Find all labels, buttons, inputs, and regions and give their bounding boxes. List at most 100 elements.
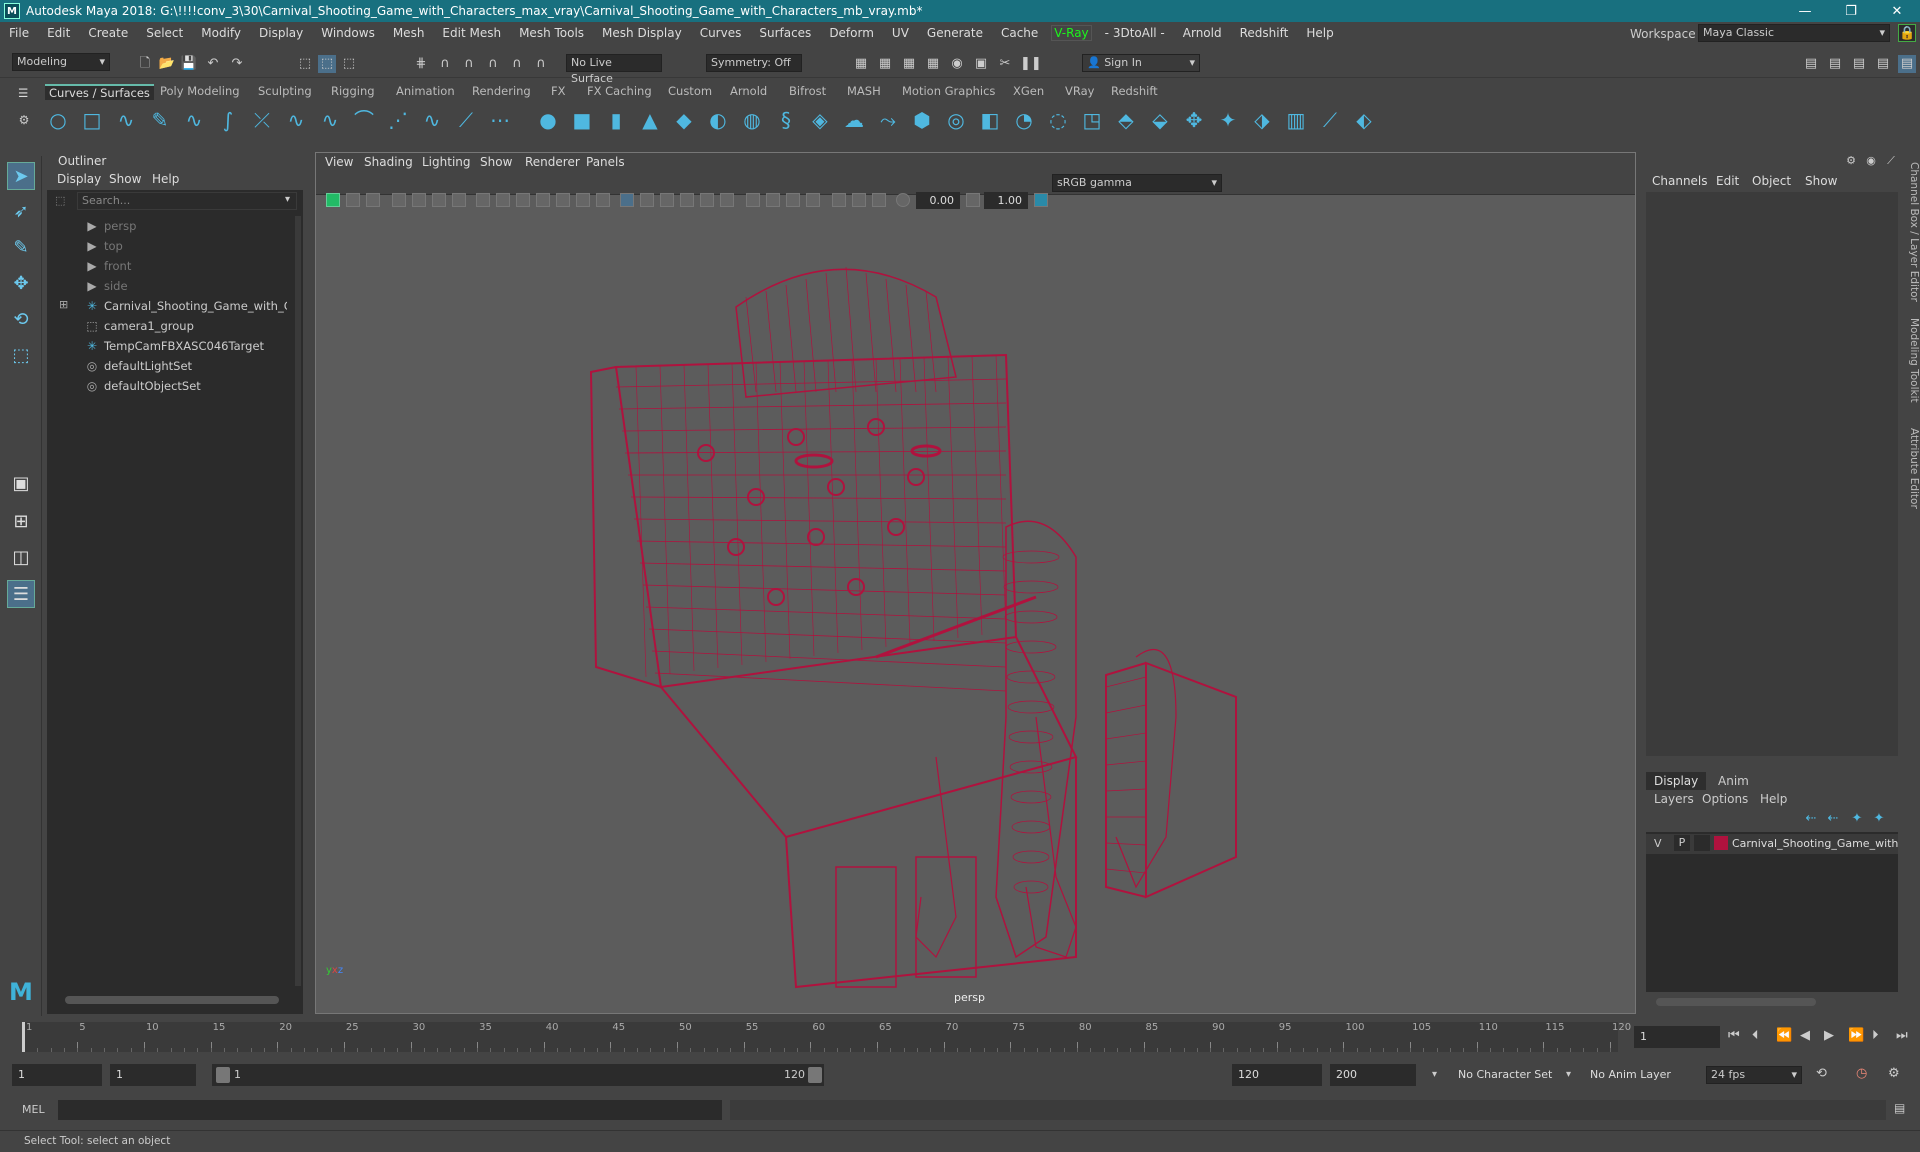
range-end-handle[interactable] [808, 1067, 822, 1083]
command-input[interactable] [58, 1100, 722, 1120]
outliner-search-input[interactable]: Search... [77, 192, 297, 210]
step-back-key-icon[interactable]: ⏪ [1776, 1028, 1792, 1043]
tool-icon[interactable]: ⟋ [1882, 152, 1900, 170]
snap-curve-icon[interactable]: ∩ [436, 55, 454, 73]
detach-surfaces-icon[interactable]: ✥ [1182, 108, 1206, 132]
render-view-icon[interactable]: ◉ [948, 55, 966, 73]
side-tab-attribute-editor[interactable]: Attribute Editor [1904, 428, 1920, 509]
character-set-chevron-icon[interactable]: ▾ [1432, 1069, 1437, 1080]
untrim-icon[interactable]: ⬘ [1114, 108, 1138, 132]
nurbs-cylinder-icon[interactable]: ▮ [604, 108, 628, 132]
layer-tab-display[interactable]: Display [1646, 772, 1707, 790]
loft-icon[interactable]: § [774, 108, 798, 132]
render-frame-icon[interactable]: ▦ [852, 55, 870, 73]
hypershade-icon[interactable]: ▦ [924, 55, 942, 73]
step-back-frame-icon[interactable]: ⏴ [1752, 1028, 1759, 1043]
shelf-tab-fx[interactable]: FX [551, 84, 566, 98]
viewport-menu-renderer[interactable]: Renderer [525, 155, 580, 169]
menu-redshift[interactable]: Redshift [1231, 26, 1298, 40]
view-transform-dropdown[interactable]: sRGB gamma ▾ [1052, 174, 1222, 192]
current-frame-field[interactable]: 1 [1634, 1026, 1720, 1048]
range-slider[interactable]: 1 120 [212, 1064, 824, 1086]
layer-row[interactable]: V P Carnival_Shooting_Game_with [1646, 834, 1898, 854]
select-object-icon[interactable]: ⬚ [318, 55, 336, 73]
shelf-tab-sculpting[interactable]: Sculpting [258, 84, 312, 98]
pause-icon[interactable]: ❚❚ [1020, 55, 1042, 73]
nurbs-cone-icon[interactable]: ▲ [638, 108, 662, 132]
channel-menu-object[interactable]: Object [1752, 174, 1791, 188]
command-language-label[interactable]: MEL [22, 1103, 45, 1116]
extend-curve-icon[interactable]: ∿ [420, 108, 444, 132]
outliner-item-camera1-group[interactable]: ⬚ camera1_group [47, 316, 287, 336]
move-layer-down-icon[interactable]: ⇠ [1824, 810, 1842, 828]
menu-edit-mesh[interactable]: Edit Mesh [433, 26, 510, 40]
script-editor-icon[interactable]: ▤ [1894, 1101, 1905, 1115]
channel-box-list[interactable] [1646, 192, 1898, 756]
shelf-tab-animation[interactable]: Animation [396, 84, 455, 98]
layer-visibility-toggle[interactable]: V [1654, 837, 1662, 850]
menu-generate[interactable]: Generate [918, 26, 992, 40]
bevel-plus-icon[interactable]: ◧ [978, 108, 1002, 132]
vray-render-icon[interactable]: ▣ [972, 55, 990, 73]
trim-tool-icon[interactable]: ◳ [1080, 108, 1104, 132]
birail-icon[interactable]: ⤳ [876, 108, 900, 132]
menu-curves[interactable]: Curves [691, 26, 751, 40]
workspace-dropdown[interactable]: Maya Classic ▾ [1698, 24, 1890, 42]
new-layer-icon[interactable]: ✦ [1848, 810, 1866, 828]
menu-mesh-display[interactable]: Mesh Display [593, 26, 691, 40]
menu-mesh-tools[interactable]: Mesh Tools [510, 26, 593, 40]
single-perspective-layout-icon[interactable]: ▣ [7, 470, 35, 498]
intersect-icon[interactable]: ◌ [1046, 108, 1070, 132]
animation-preferences-icon[interactable]: ⚙ [1888, 1066, 1900, 1081]
snap-view-icon[interactable]: ∩ [484, 55, 502, 73]
time-slider[interactable]: 1 5 10 15 20 25 30 35 40 45 50 55 60 65 70 75 80 85 90 95 10… [0, 1016, 1920, 1054]
move-layer-up-icon[interactable]: ⇠ [1802, 810, 1820, 828]
ipr-render-icon[interactable]: ▦ [876, 55, 894, 73]
shelf-tab-rendering[interactable]: Rendering [472, 84, 531, 98]
snap-surface-icon[interactable]: ∩ [508, 55, 526, 73]
layer-display-type-toggle[interactable] [1694, 835, 1710, 851]
sculpt-geometry-icon[interactable]: ⟋ [1318, 108, 1342, 132]
channel-menu-show[interactable]: Show [1805, 174, 1837, 188]
viewport-menu-lighting[interactable]: Lighting [422, 155, 471, 169]
outliner-vertical-scrollbar[interactable] [295, 216, 301, 986]
surface-editing-icon[interactable]: ⬖ [1352, 108, 1376, 132]
modeling-toolkit-icon[interactable]: ▤ [1802, 55, 1820, 73]
layer-tab-anim[interactable]: Anim [1718, 774, 1749, 788]
revolve-icon[interactable]: ◍ [740, 108, 764, 132]
layer-playback-toggle[interactable]: P [1674, 835, 1690, 851]
outliner-menu-show[interactable]: Show [109, 172, 141, 186]
nurbs-square-icon[interactable]: □ [80, 108, 104, 132]
project-curve-icon[interactable]: ◔ [1012, 108, 1036, 132]
shelf-settings-icon[interactable]: ⚙ [12, 108, 36, 132]
menu-mesh[interactable]: Mesh [384, 26, 434, 40]
outliner-item-default-object-set[interactable]: ◎ defaultObjectSet [47, 376, 287, 396]
end-time-field[interactable]: 200 [1330, 1064, 1416, 1086]
render-settings-icon[interactable]: ▦ [900, 55, 918, 73]
viewport-menu-shading[interactable]: Shading [364, 155, 413, 169]
start-time-field[interactable]: 1 [12, 1064, 102, 1086]
extrude-icon[interactable]: ☁ [842, 108, 866, 132]
attach-surfaces-icon[interactable]: ⬙ [1148, 108, 1172, 132]
layer-menu-help[interactable]: Help [1760, 792, 1787, 806]
snap-grid-icon[interactable]: ⋕ [412, 55, 430, 73]
square-surface-icon[interactable]: ◎ [944, 108, 968, 132]
menu-create[interactable]: Create [79, 26, 137, 40]
menu-modify[interactable]: Modify [192, 26, 250, 40]
playback-start-field[interactable]: 1 [110, 1064, 196, 1086]
pencil-curve-icon[interactable]: ∿ [182, 108, 206, 132]
ep-curve-icon[interactable]: ✎ [148, 108, 172, 132]
shelf-tab-xgen[interactable]: XGen [1013, 84, 1044, 98]
open-close-icon[interactable]: ⬗ [1250, 108, 1274, 132]
layer-horizontal-scrollbar[interactable] [1656, 998, 1816, 1006]
select-hierarchy-icon[interactable]: ⬚ [296, 55, 314, 73]
offset-curve-icon[interactable]: ⋯ [488, 108, 512, 132]
live-surface-field[interactable]: No Live Surface [566, 54, 662, 85]
menu-windows[interactable]: Windows [312, 26, 384, 40]
nurbs-cube-icon[interactable]: ■ [570, 108, 594, 132]
viewport-menu-view[interactable]: View [325, 155, 353, 169]
lasso-tool-icon[interactable]: ➶ [7, 198, 35, 226]
menu-deform[interactable]: Deform [820, 26, 883, 40]
search-options-chevron-icon[interactable]: ▾ [285, 194, 290, 205]
menu-set-dropdown[interactable]: Modeling ▾ [12, 53, 110, 71]
